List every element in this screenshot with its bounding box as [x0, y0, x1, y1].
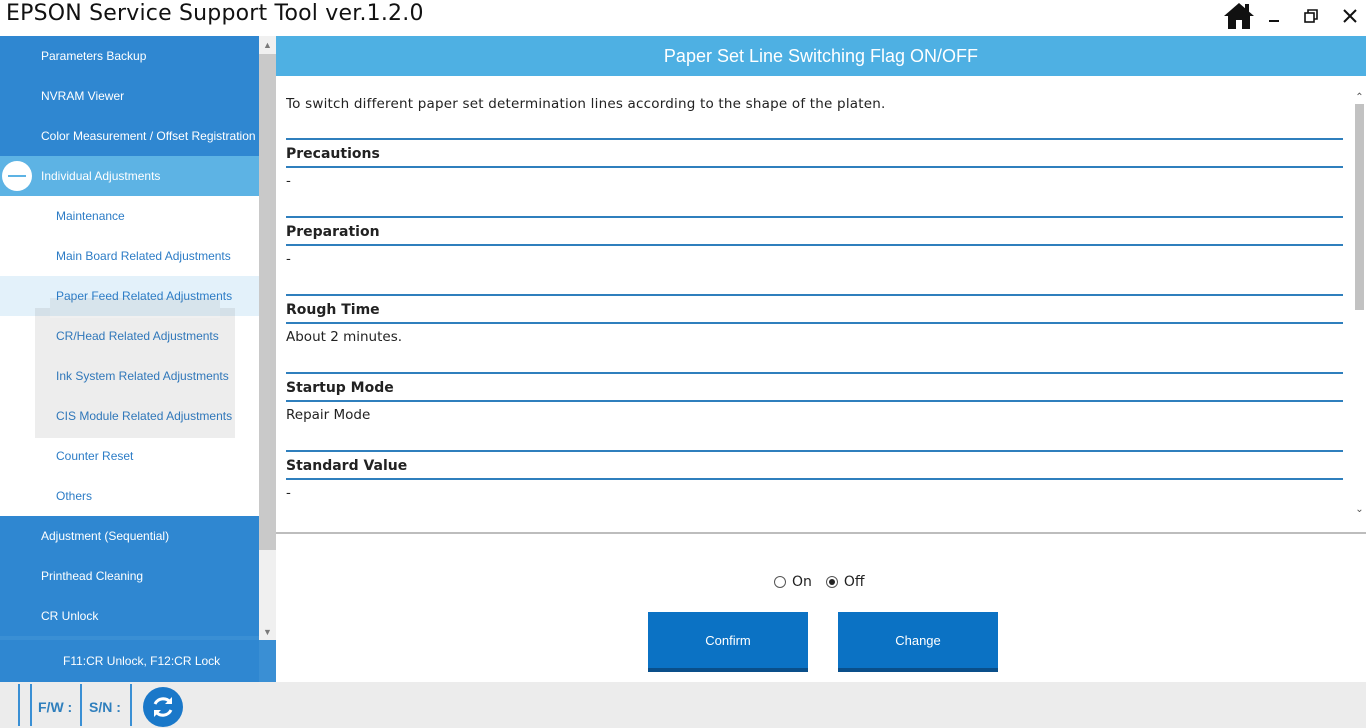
status-bar: F/W : S/N :	[0, 682, 1366, 728]
minimize-button[interactable]	[1262, 0, 1286, 32]
section-value: -	[286, 251, 291, 267]
sidebar-item-others[interactable]: Others	[0, 476, 259, 516]
main-panel: Paper Set Line Switching Flag ON/OFF To …	[276, 36, 1366, 682]
section-standard-value: Standard Value -	[286, 450, 1343, 528]
radio-label: Off	[843, 574, 865, 590]
sidebar-item-label: CR Unlock	[41, 609, 99, 623]
section-value: About 2 minutes.	[286, 329, 403, 345]
sidebar-item-cis-module[interactable]: CIS Module Related Adjustments	[0, 396, 259, 436]
separator	[30, 684, 32, 726]
scrollbar-thumb[interactable]	[1355, 104, 1364, 310]
sidebar-scrollbar[interactable]: ▲ ▼	[259, 36, 276, 640]
sidebar-item-label: CIS Module Related Adjustments	[56, 409, 233, 423]
section-value: Repair Mode	[286, 407, 371, 423]
flag-option-group: On Off	[774, 574, 865, 590]
title-bar: EPSON Service Support Tool ver.1.2.0	[0, 0, 1366, 36]
sidebar-item-label: Counter Reset	[56, 449, 134, 463]
sidebar-item-label: Main Board Related Adjustments	[56, 249, 231, 263]
sidebar: Parameters Backup NVRAM Viewer Color Mea…	[0, 36, 276, 682]
home-button[interactable]	[1220, 0, 1258, 32]
sidebar-menu: Parameters Backup NVRAM Viewer Color Mea…	[0, 36, 259, 636]
scrollbar-thumb[interactable]	[259, 54, 276, 550]
sidebar-item-label: Paper Feed Related Adjustments	[56, 289, 233, 303]
divider	[276, 532, 1366, 534]
section-value: -	[286, 173, 291, 189]
section-preparation: Preparation -	[286, 216, 1343, 294]
sidebar-item-label: NVRAM Viewer	[41, 89, 125, 103]
minimize-icon	[1269, 20, 1279, 22]
sidebar-item-label: Color Measurement / Offset Registration	[41, 129, 256, 143]
sidebar-item-label: Adjustment (Sequential)	[41, 529, 170, 543]
shortcut-hint: F11:CR Unlock, F12:CR Lock	[0, 640, 259, 682]
section-title: Startup Mode	[286, 380, 394, 396]
refresh-button[interactable]	[143, 687, 183, 727]
sidebar-item-individual-adjustments[interactable]: Individual Adjustments	[0, 156, 259, 196]
radio-off[interactable]: Off	[825, 574, 865, 590]
app-title: EPSON Service Support Tool ver.1.2.0	[6, 1, 424, 26]
sidebar-item-cr-unlock[interactable]: CR Unlock	[0, 596, 259, 636]
section-title: Standard Value	[286, 458, 408, 474]
radio-on-indicator[interactable]	[774, 576, 786, 588]
sidebar-item-paper-feed[interactable]: Paper Feed Related Adjustments	[0, 276, 259, 316]
radio-on[interactable]: On	[774, 574, 812, 590]
sidebar-item-adjustment-sequential[interactable]: Adjustment (Sequential)	[0, 516, 259, 556]
section-startup-mode: Startup Mode Repair Mode	[286, 372, 1343, 450]
section-title: Rough Time	[286, 302, 380, 318]
sidebar-item-label: Individual Adjustments	[41, 169, 161, 183]
scroll-down-icon[interactable]: ⌄	[1353, 502, 1366, 516]
radio-off-indicator[interactable]	[825, 576, 838, 588]
refresh-icon	[153, 697, 173, 717]
sidebar-item-counter-reset[interactable]: Counter Reset	[0, 436, 259, 476]
home-icon	[1224, 3, 1254, 29]
instructions-content: To switch different paper set determinat…	[286, 76, 1343, 528]
page-title: Paper Set Line Switching Flag ON/OFF	[276, 36, 1366, 76]
section-precautions: Precautions -	[286, 138, 1343, 216]
confirm-button[interactable]: Confirm	[648, 612, 808, 672]
sidebar-item-parameters-backup[interactable]: Parameters Backup	[0, 36, 259, 76]
sidebar-item-label: Others	[56, 489, 93, 503]
sidebar-item-label: Printhead Cleaning	[41, 569, 144, 583]
sidebar-item-color-measurement[interactable]: Color Measurement / Offset Registration	[0, 116, 259, 156]
close-icon	[1343, 9, 1357, 23]
separator	[130, 684, 132, 726]
close-button[interactable]	[1336, 0, 1364, 32]
sidebar-item-label: Maintenance	[56, 209, 125, 223]
section-value: -	[286, 485, 291, 501]
scroll-down-icon[interactable]: ▼	[259, 623, 276, 640]
sidebar-item-label: Parameters Backup	[41, 49, 147, 63]
section-title: Precautions	[286, 146, 380, 162]
restore-button[interactable]	[1298, 0, 1324, 32]
description-text: To switch different paper set determinat…	[286, 96, 886, 112]
sidebar-item-label: Ink System Related Adjustments	[56, 369, 229, 383]
sidebar-item-nvram-viewer[interactable]: NVRAM Viewer	[0, 76, 259, 116]
firmware-label: F/W :	[38, 699, 73, 715]
separator	[80, 684, 82, 726]
sidebar-item-ink-system[interactable]: Ink System Related Adjustments	[0, 356, 259, 396]
restore-icon	[1304, 9, 1318, 23]
section-title: Preparation	[286, 224, 380, 240]
content-scrollbar[interactable]: ⌃ ⌄	[1353, 86, 1366, 522]
sidebar-item-cr-head[interactable]: CR/Head Related Adjustments	[0, 316, 259, 356]
separator	[18, 684, 20, 726]
change-button[interactable]: Change	[838, 612, 998, 672]
radio-label: On	[792, 574, 812, 590]
sidebar-item-maintenance[interactable]: Maintenance	[0, 196, 259, 236]
scroll-up-icon[interactable]: ⌃	[1353, 90, 1366, 104]
sidebar-item-main-board[interactable]: Main Board Related Adjustments	[0, 236, 259, 276]
sidebar-item-label: CR/Head Related Adjustments	[56, 329, 219, 343]
scroll-up-icon[interactable]: ▲	[259, 36, 276, 53]
serial-number-label: S/N :	[89, 699, 121, 715]
section-rough-time: Rough Time About 2 minutes.	[286, 294, 1343, 372]
collapse-icon	[2, 161, 32, 191]
sidebar-item-printhead-cleaning[interactable]: Printhead Cleaning	[0, 556, 259, 596]
